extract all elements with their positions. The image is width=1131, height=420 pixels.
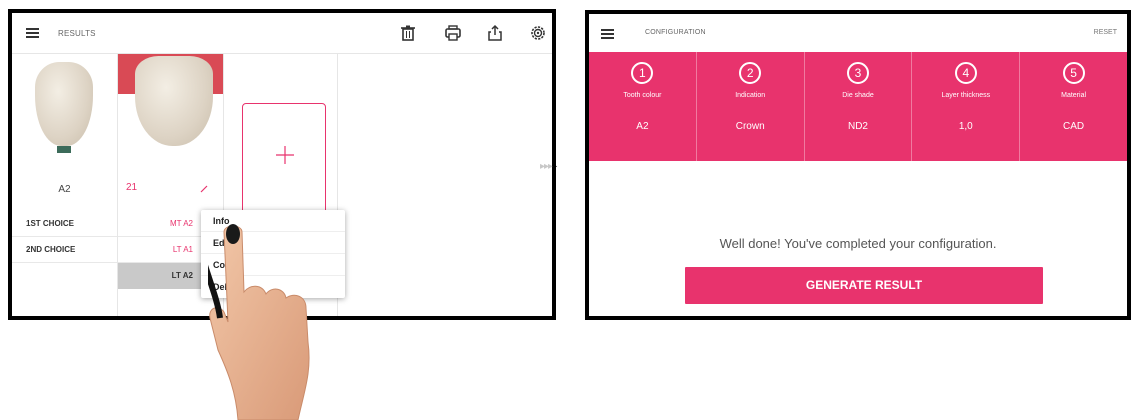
results-topbar: RESULTS — [12, 13, 552, 54]
reset-button[interactable]: RESET — [1094, 29, 1117, 36]
step-die-shade[interactable]: 3 Die shade ND2 — [805, 52, 913, 161]
step-value: Crown — [735, 121, 765, 132]
page-title: CONFIGURATION — [645, 29, 706, 36]
edit-pencil-icon[interactable] — [199, 184, 209, 194]
step-value: A2 — [636, 121, 649, 132]
tooth-image — [118, 54, 223, 159]
completion-message: Well done! You've completed your configu… — [719, 236, 997, 251]
second-choice-label: 2ND CHOICE — [26, 245, 76, 254]
step-title: Tooth colour — [623, 92, 662, 99]
configuration-steps: 1 Tooth colour A2 2 Indication Crown 3 D… — [589, 52, 1127, 161]
configuration-screen: CONFIGURATION RESET 1 Tooth colour A2 2 … — [585, 10, 1131, 320]
step-tooth-colour[interactable]: 1 Tooth colour A2 — [589, 52, 697, 161]
result-card-1[interactable]: A2 1ST CHOICE 2ND CHOICE — [12, 54, 118, 316]
step-title: Material — [1061, 92, 1087, 99]
plus-icon — [276, 146, 294, 164]
step-material[interactable]: 5 Material CAD — [1020, 52, 1127, 161]
tooth-number: 21 — [126, 182, 138, 193]
step-value: CAD — [1063, 121, 1085, 132]
step-value: 1,0 — [958, 121, 973, 132]
step-title: Indication — [735, 92, 766, 99]
step-number: 2 — [739, 62, 762, 84]
share-icon[interactable] — [485, 23, 505, 43]
generate-result-button[interactable]: GENERATE RESULT — [685, 267, 1043, 304]
add-result-button[interactable] — [242, 103, 326, 215]
configuration-topbar: CONFIGURATION RESET — [589, 14, 1127, 52]
page-title: RESULTS — [58, 29, 96, 38]
step-title: Die shade — [842, 92, 874, 99]
first-choice-label: 1ST CHOICE — [26, 219, 75, 228]
pointing-hand-image — [208, 224, 310, 420]
step-title: Layer thickness — [941, 92, 991, 99]
step-value: ND2 — [847, 121, 868, 132]
trash-icon[interactable] — [398, 23, 418, 43]
shade-label: A2 — [58, 184, 71, 195]
step-indication[interactable]: 2 Indication Crown — [697, 52, 805, 161]
menu-icon[interactable] — [601, 29, 614, 39]
step-number: 1 — [631, 62, 654, 84]
step-layer-thickness[interactable]: 4 Layer thickness 1,0 — [912, 52, 1021, 161]
print-icon[interactable] — [443, 23, 463, 43]
step-number: 3 — [846, 62, 869, 84]
tooth-image — [12, 54, 117, 159]
step-number: 5 — [1062, 62, 1085, 84]
menu-icon[interactable] — [26, 28, 39, 38]
settings-icon[interactable] — [528, 23, 548, 43]
step-number: 4 — [954, 62, 977, 84]
transition-arrows: ▸▸▸▸ — [540, 161, 557, 172]
